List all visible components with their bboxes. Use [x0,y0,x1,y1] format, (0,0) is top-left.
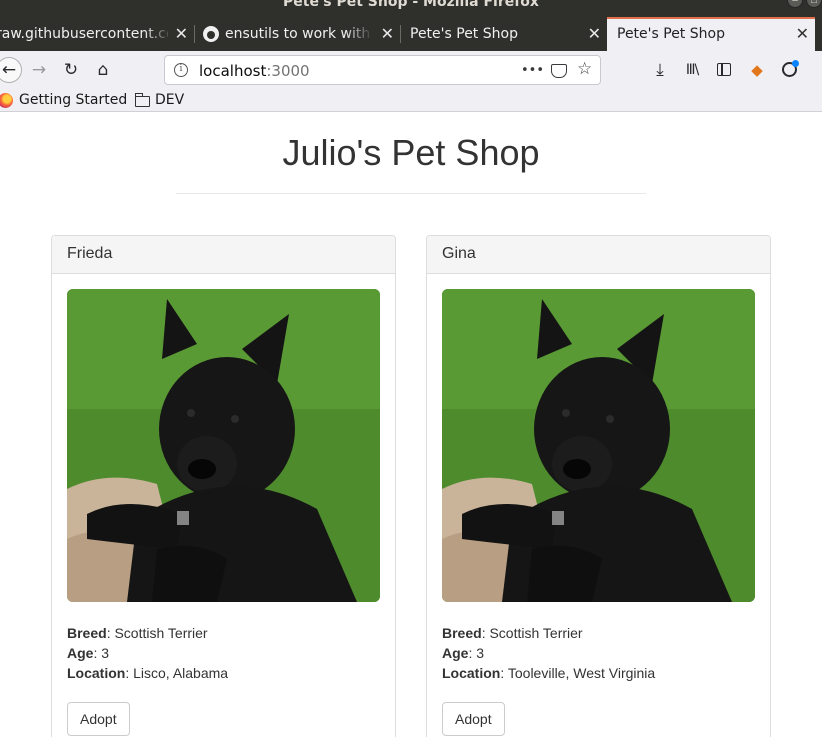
adopt-button[interactable]: Adopt [67,702,130,736]
site-info-icon[interactable]: i [174,63,188,77]
pet-age: Age: 3 [442,645,485,661]
tab-label: Pete's Pet Shop [617,26,725,42]
pet-photo [67,289,380,602]
adopt-button[interactable]: Adopt [442,702,505,736]
pet-name: Gina [427,236,770,274]
tab-strip: raw.githubusercontent.co ✕ ensutils to w… [0,17,822,51]
tab-petes-pet-shop[interactable]: Pete's Pet Shop ✕ [401,17,607,51]
firefox-icon [0,93,13,108]
bookmark-star-icon[interactable]: ☆ [577,59,592,79]
title-divider [176,193,646,194]
url-bar[interactable]: i localhost:3000 ••• ☆ [164,55,601,85]
pet-breed: Breed: Scottish Terrier [67,625,208,641]
window-title: Pete's Pet Shop - Mozilla Firefox [283,0,539,10]
pocket-icon[interactable] [551,64,567,78]
tab-raw-githubusercontent[interactable]: raw.githubusercontent.co ✕ [0,17,194,51]
pet-location: Location: Lisco, Alabama [67,665,229,681]
tab-label: Pete's Pet Shop [410,26,518,42]
window-titlebar: Pete's Pet Shop - Mozilla Firefox – □ [0,0,822,17]
reload-icon[interactable]: ↻ [60,59,82,81]
library-icon[interactable]: Ⅲ\ [681,59,703,81]
forward-icon[interactable]: → [28,59,50,81]
tab-close-icon[interactable]: ✕ [381,17,394,51]
scottish-terrier-image [67,289,380,602]
pet-card: Gina Breed: Scottish Terrier Age: 3 Loca… [426,235,771,737]
pet-details: Breed: Scottish Terrier Age: 3 Location:… [442,623,655,683]
pet-location: Location: Tooleville, West Virginia [442,665,656,681]
tab-petes-pet-shop-active[interactable]: Pete's Pet Shop ✕ [607,17,815,51]
page-title: Julio's Pet Shop [282,132,540,173]
url-text[interactable]: localhost:3000 [199,62,310,80]
bookmarks-toolbar: Getting Started DEV [0,90,822,112]
bookmark-dev-folder[interactable]: DEV [155,92,184,108]
tab-close-icon[interactable]: ✕ [588,17,601,51]
home-icon[interactable]: ⌂ [92,59,114,81]
pet-breed: Breed: Scottish Terrier [442,625,583,641]
back-icon[interactable]: ← [0,57,22,83]
pet-photo [442,289,755,602]
tab-close-icon[interactable]: ✕ [175,17,188,51]
scottish-terrier-image [442,289,755,602]
navigation-toolbar: ← → ↻ ⌂ i localhost:3000 ••• ☆ ⤓ Ⅲ\ ◆ [0,51,822,90]
page-actions-icon[interactable]: ••• [521,63,544,78]
downloads-icon[interactable]: ⤓ [649,59,671,81]
metamask-icon[interactable]: ◆ [746,59,768,81]
tab-label: raw.githubusercontent.co [0,26,168,42]
pet-details: Breed: Scottish Terrier Age: 3 Location:… [67,623,228,683]
page-content: Julio's Pet Shop Frieda Breed: Scottish … [0,113,822,737]
sidebar-icon[interactable] [713,59,735,81]
tab-ensutils[interactable]: ensutils to work with R ✕ [195,17,400,51]
pet-name: Frieda [52,236,395,274]
pet-card: Frieda Breed: Scottish Terrier Age: 3 Lo… [51,235,396,737]
pet-age: Age: 3 [67,645,110,661]
bookmark-getting-started[interactable]: Getting Started [19,92,127,108]
account-icon[interactable] [778,59,800,81]
tab-close-icon[interactable]: ✕ [796,17,809,51]
folder-icon [134,93,150,107]
